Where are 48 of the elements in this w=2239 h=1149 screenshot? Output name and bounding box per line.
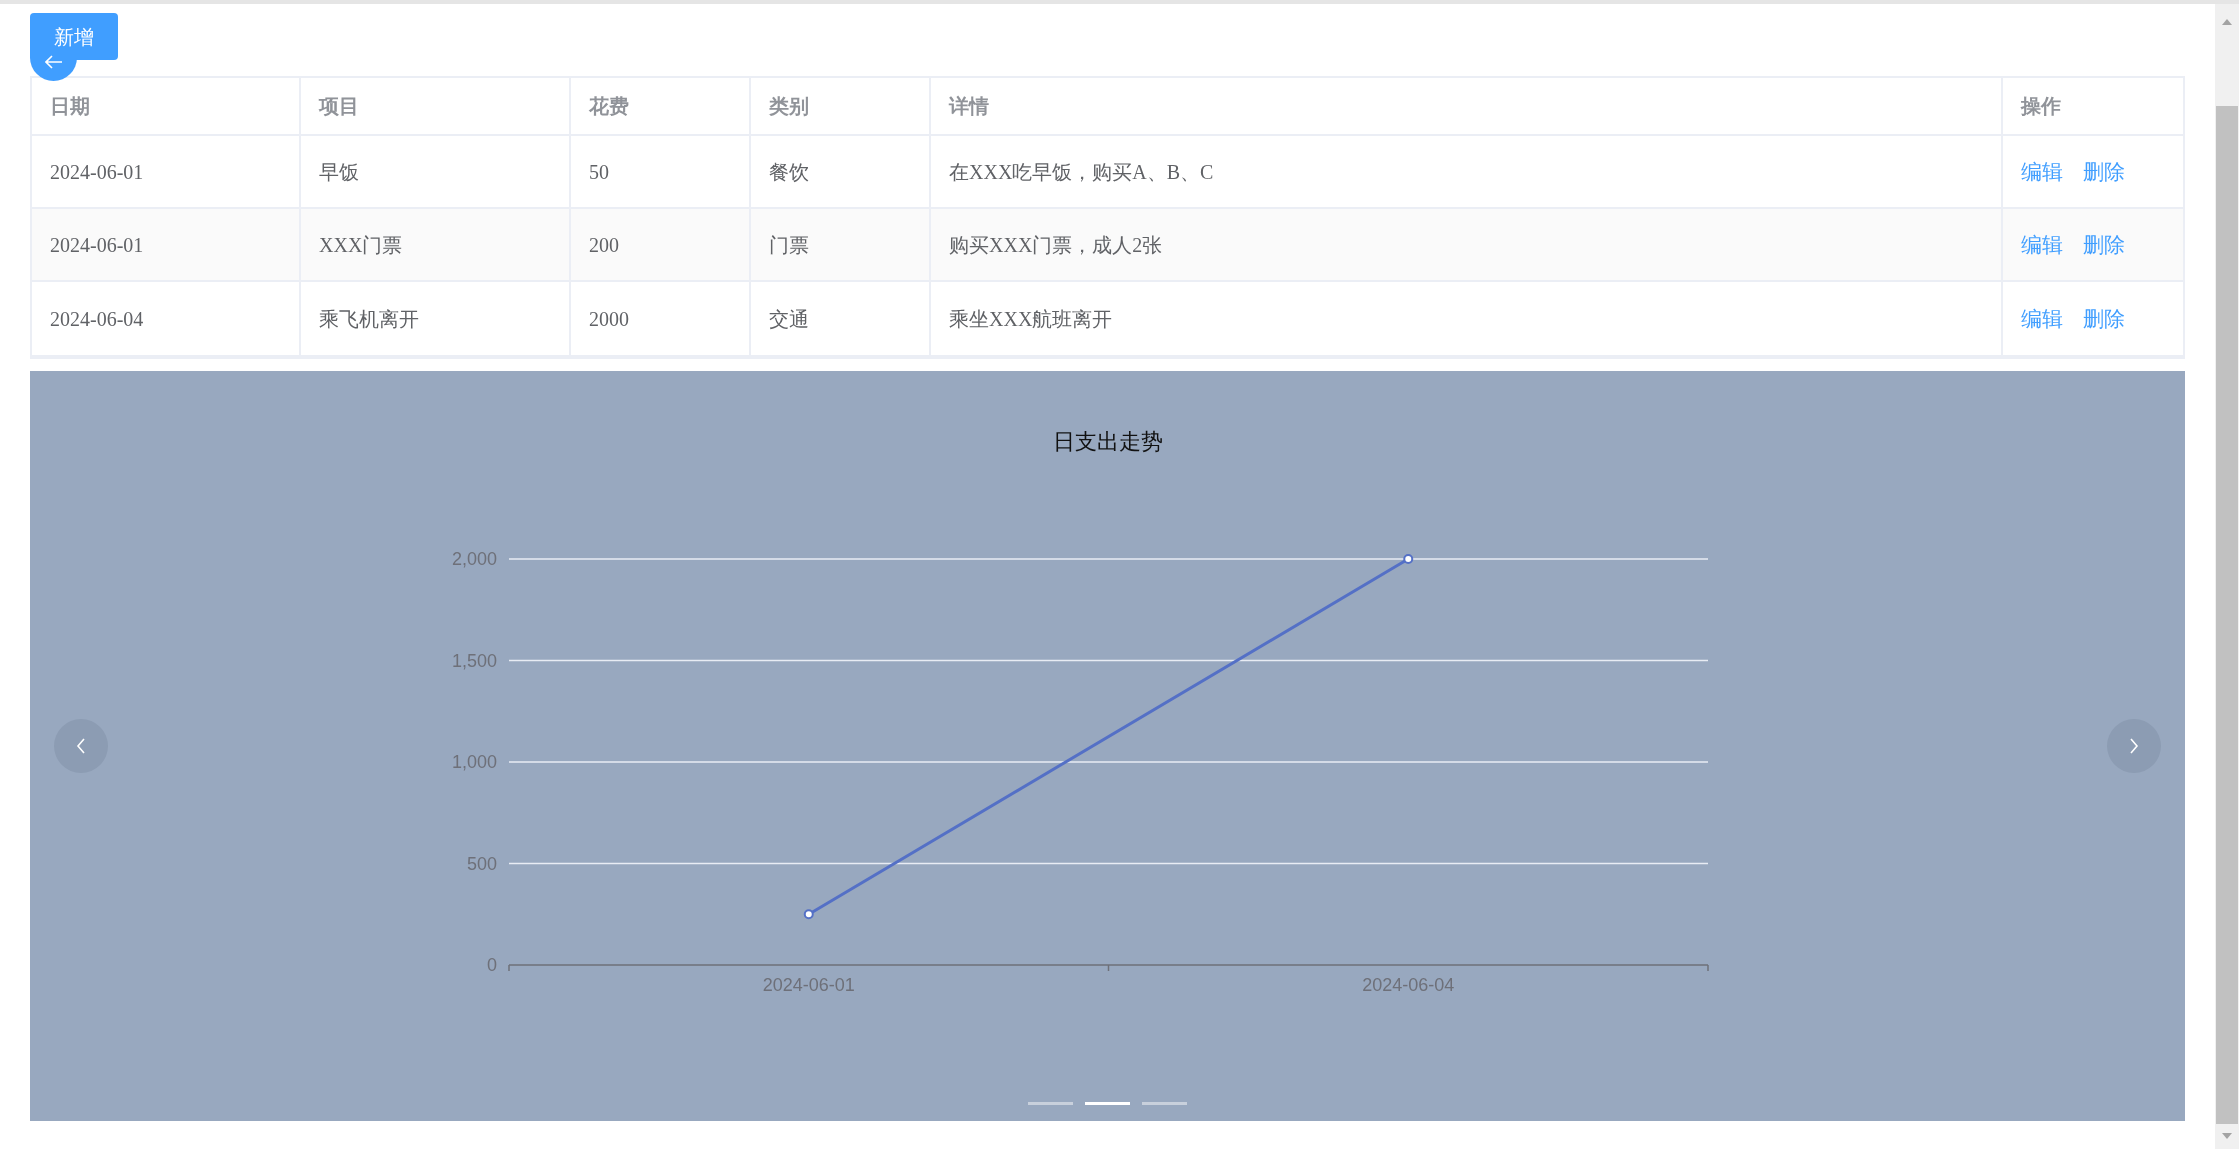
- column-header: 类别: [769, 94, 809, 119]
- data-point: [803, 909, 814, 920]
- delete-link[interactable]: 删除: [2083, 155, 2125, 188]
- chart-title: 日支出走势: [1052, 429, 1163, 454]
- scrollbar[interactable]: [2215, 4, 2239, 1149]
- y-tick-label: 1,500: [451, 650, 497, 671]
- table-cell-text: 200: [589, 232, 619, 258]
- x-tick-label: 2024-06-04: [1362, 975, 1455, 995]
- table-cell-text: 购买XXX门票，成人2张: [949, 232, 1163, 258]
- table-cell-text: 交通: [769, 306, 809, 332]
- table-cell-text: 在XXX吃早饭，购买A、B、C: [949, 159, 1214, 185]
- x-tick-label: 2024-06-01: [762, 975, 855, 995]
- column-header: 日期: [50, 94, 90, 119]
- table-cell-text: XXX门票: [319, 232, 403, 258]
- table-cell-text: 2024-06-01: [50, 232, 144, 258]
- carousel-indicator[interactable]: [1085, 1102, 1130, 1105]
- table-cell-text: 乘坐XXX航班离开: [949, 306, 1113, 332]
- table-cell-text: 2024-06-01: [50, 159, 144, 185]
- data-point: [1403, 554, 1414, 564]
- y-tick-label: 0: [487, 955, 497, 975]
- chevron-right-icon: [2129, 738, 2139, 754]
- scroll-down-icon: [2221, 1132, 2233, 1140]
- table-cell-text: 早饭: [319, 159, 359, 185]
- add-button[interactable]: 新增: [30, 13, 118, 60]
- table-cell-text: 2024-06-04: [50, 306, 144, 332]
- table-cell-text: 2000: [589, 306, 629, 332]
- delete-link[interactable]: 删除: [2083, 228, 2125, 261]
- table-cell-text: 门票: [769, 232, 809, 258]
- column-header: 项目: [319, 94, 359, 119]
- edit-link[interactable]: 编辑: [2021, 302, 2063, 335]
- carousel-indicator[interactable]: [1028, 1102, 1073, 1105]
- table-cell-text: 50: [589, 159, 609, 185]
- scroll-up-icon: [2221, 18, 2233, 26]
- column-header: 操作: [2021, 94, 2061, 119]
- y-tick-label: 2,000: [451, 549, 497, 569]
- table-cell-text: 餐饮: [769, 159, 809, 185]
- column-header: 详情: [949, 94, 989, 119]
- y-tick-label: 1,000: [451, 752, 497, 772]
- carousel-indicator[interactable]: [1142, 1102, 1187, 1105]
- table-cell-text: 乘飞机离开: [319, 306, 419, 332]
- scrollbar-thumb[interactable]: [2216, 106, 2238, 1124]
- y-tick-label: 500: [466, 853, 497, 874]
- chevron-left-icon: [76, 738, 86, 754]
- arrow-left-icon: [44, 55, 63, 69]
- column-header: 花费: [589, 94, 629, 119]
- edit-link[interactable]: 编辑: [2021, 155, 2063, 188]
- delete-link[interactable]: 删除: [2083, 302, 2125, 335]
- edit-link[interactable]: 编辑: [2021, 228, 2063, 261]
